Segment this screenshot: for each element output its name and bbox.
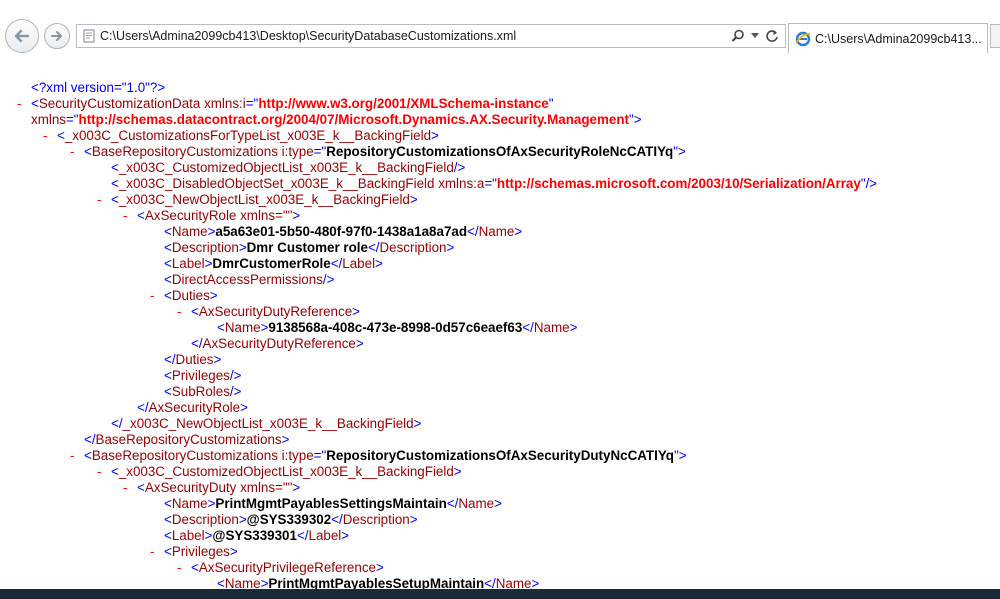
back-button[interactable] (5, 19, 39, 53)
xml-element: </AxSecurityDutyReference> (191, 336, 364, 351)
xml-element: <Name>a5a63e01-5b50-480f-97f0-1438a1a8a7… (164, 224, 523, 239)
collapse-toggle[interactable]: - (150, 288, 154, 304)
ie-tab-icon (795, 31, 811, 47)
browser-toolbar: C:\Users\Admina2099cb413\Desktop\Securit… (0, 0, 1000, 58)
taskbar (0, 589, 1000, 599)
refresh-icon[interactable] (765, 27, 779, 45)
xml-element: <Label>DmrCustomerRole</Label> (164, 256, 383, 271)
collapse-toggle[interactable]: - (123, 480, 127, 496)
collapse-toggle[interactable]: - (97, 192, 101, 208)
xml-element: <Description>@SYS339302</Description> (164, 512, 418, 527)
xml-element: <Name>PrintMgmtPayablesSettingsMaintain<… (164, 496, 502, 511)
address-text[interactable]: C:\Users\Admina2099cb413\Desktop\Securit… (100, 29, 516, 43)
collapse-toggle[interactable]: - (123, 208, 127, 224)
collapse-toggle[interactable]: - (43, 128, 47, 144)
xml-element: </_x003C_NewObjectList_x003E_k__BackingF… (111, 416, 422, 431)
xml-element: </BaseRepositoryCustomizations> (84, 432, 290, 447)
xml-element: <Privileges/> (164, 368, 242, 383)
collapse-toggle[interactable]: - (70, 448, 74, 464)
xml-element: <Name>9138568a-408c-473e-8998-0d57c6eaef… (217, 320, 578, 335)
collapse-toggle[interactable]: - (177, 560, 181, 576)
xml-document: <?xml version="1.0"?> - <SecurityCustomi… (0, 58, 1000, 589)
xml-element: <DirectAccessPermissions/> (164, 272, 335, 287)
xml-element: <_x003C_CustomizedObjectList_x003E_k__Ba… (111, 160, 466, 175)
xml-element: <Name>PrintMgmtPayablesSetupMaintain</Na… (217, 576, 540, 589)
collapse-toggle[interactable]: - (17, 96, 21, 112)
ie-page-icon (83, 29, 95, 43)
xml-element: <Description>Dmr Customer role</Descript… (164, 240, 455, 255)
collapse-toggle[interactable]: - (177, 304, 181, 320)
tab-title[interactable]: C:\Users\Admina2099cb413... (815, 32, 983, 46)
address-bar[interactable]: C:\Users\Admina2099cb413\Desktop\Securit… (76, 24, 786, 48)
xml-element: </Duties> (164, 352, 222, 367)
xml-element: </AxSecurityRole> (137, 400, 248, 415)
collapse-toggle[interactable]: - (70, 144, 74, 160)
xml-element: <SubRoles/> (164, 384, 242, 399)
xml-element: <_x003C_DisabledObjectSet_x003E_k__Backi… (111, 176, 878, 191)
search-icon[interactable] (731, 27, 745, 45)
forward-arrow-icon (51, 31, 62, 41)
new-tab-button[interactable] (990, 24, 1000, 48)
dropdown-icon[interactable] (751, 27, 759, 45)
back-arrow-icon (14, 29, 30, 43)
forward-button[interactable] (44, 23, 70, 49)
collapse-toggle[interactable]: - (150, 544, 154, 560)
xml-element: <Label>@SYS339301</Label> (164, 528, 350, 543)
browser-tab[interactable]: C:\Users\Admina2099cb413... (788, 23, 988, 53)
collapse-toggle[interactable]: - (97, 464, 101, 480)
xml-attribute-line: xmlns="http://schemas.datacontract.org/2… (31, 112, 642, 127)
xml-declaration: <?xml version="1.0"?> (31, 80, 166, 95)
